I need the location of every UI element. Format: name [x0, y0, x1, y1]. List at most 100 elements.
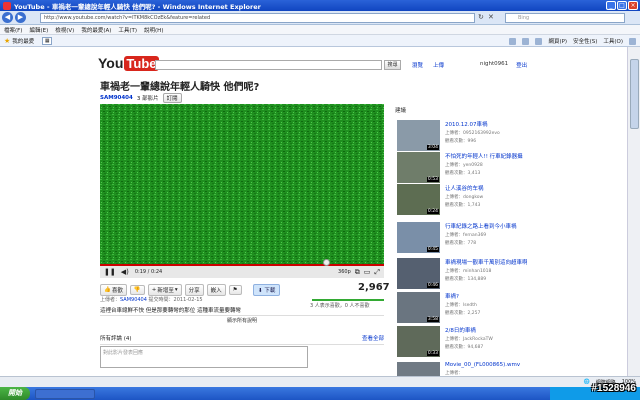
video-thumbnail[interactable]: 0:24	[397, 184, 440, 215]
video-link[interactable]: 2/8日的車禍	[445, 326, 527, 334]
video-link[interactable]: Movie_00_(FL000865).wmv	[445, 362, 527, 368]
home-icon[interactable]	[509, 37, 517, 45]
upload-link[interactable]: 上傳	[433, 61, 444, 69]
youtube-logo[interactable]: You Tube	[98, 55, 159, 71]
expand-icon[interactable]: ▭	[364, 268, 371, 276]
window-titlebar: YouTube - 車禍老一輩總說年輕人騎快 他們呢? - Windows In…	[0, 0, 640, 11]
list-item[interactable]: 3:04 2010.12.07車禍 上傳者：0952163992evo 觀看次數…	[397, 120, 527, 156]
address-input[interactable]: http://www.youtube.com/watch?v=lTKM8kCOz…	[40, 13, 475, 23]
start-button[interactable]: 開始	[0, 387, 30, 400]
video-link[interactable]: 車禍?	[445, 292, 527, 300]
dislike-button[interactable]: 👎	[129, 285, 145, 295]
video-link[interactable]: 車禍現場一觀車千萬別這向超車啊!	[445, 258, 527, 266]
like-button[interactable]: 👍 喜歡	[100, 284, 127, 296]
globe-icon: 🌐	[583, 379, 590, 385]
volume-icon[interactable]: ◀)	[121, 268, 129, 276]
thumb-down-icon: 👎	[133, 287, 141, 293]
video-link[interactable]: 不怕死的年輕人!! 行車紀錄器攝	[445, 152, 527, 160]
status-bar: 🌐 網際網路 100%	[0, 376, 640, 387]
list-item[interactable]: 0:45 行車紀錄之路上看到今小車禍 上傳者：fernan369 觀看次數：77…	[397, 222, 527, 258]
menu-favorites[interactable]: 我的最愛(A)	[81, 26, 111, 34]
list-item[interactable]: 0:46 車禍現場一觀車千萬別這向超車啊! 上傳者：minhan1018 觀看次…	[397, 258, 527, 294]
stop-icon[interactable]: ✕	[488, 13, 495, 22]
list-item[interactable]: 0:33 2/8日的車禍 上傳者：JackRockaTW 觀看次數：94,687	[397, 326, 527, 362]
signout-link[interactable]: 登出	[516, 61, 527, 69]
download-button[interactable]: ⬇ 下載	[253, 284, 281, 296]
username[interactable]: night0961	[480, 61, 508, 69]
browse-link[interactable]: 瀏覽	[412, 61, 423, 69]
video-title: 車禍老一輩總說年輕人騎快 他們呢?	[100, 82, 260, 93]
favorites-button[interactable]: ★ 我的最愛	[4, 37, 34, 45]
pause-icon[interactable]: ❚❚	[104, 268, 116, 276]
search-input[interactable]: Bing	[505, 13, 625, 23]
uploader-info: 上傳者：SAM90404 提交時間：2011-02-15	[100, 297, 203, 303]
video-description: 這裡台車總鮮不快 但是那要轉彎的那位 這種車流量要轉彎	[100, 308, 241, 314]
embed-button[interactable]: 嵌入	[206, 284, 226, 296]
video-thumbnail[interactable]	[397, 362, 440, 376]
video-link[interactable]: 2010.12.07車禍	[445, 120, 527, 128]
tools-menu[interactable]: 工具(O)	[603, 37, 623, 45]
menu-edit[interactable]: 編輯(E)	[29, 26, 48, 34]
ie-app-icon	[3, 1, 11, 10]
tab-grid-icon[interactable]: ▦	[42, 36, 53, 45]
likes-text: 3 人表示喜歡，0 人不喜歡	[310, 303, 370, 309]
share-button[interactable]: 分享	[184, 284, 204, 296]
maximize-icon[interactable]: □	[617, 1, 627, 10]
video-player[interactable]	[100, 104, 384, 264]
youtube-search-button[interactable]: 搜尋	[384, 60, 401, 70]
menu-file[interactable]: 檔案(F)	[4, 26, 22, 34]
list-item[interactable]: Movie_00_(FL000865).wmv 上傳者：	[397, 362, 527, 376]
video-count[interactable]: 3 部影片	[137, 94, 159, 102]
video-thumbnail[interactable]: 0:45	[397, 222, 440, 253]
menu-view[interactable]: 檢視(V)	[55, 26, 74, 34]
video-thumbnail[interactable]: 0:46	[397, 258, 440, 289]
add-to-button[interactable]: + 新增至 ▾	[147, 284, 182, 296]
command-bar: 網頁(P) 安全性(S) 工具(O)	[509, 37, 636, 45]
quality-selector[interactable]: 360p	[338, 269, 351, 275]
print-icon[interactable]	[535, 37, 543, 45]
view-count: 2,967	[358, 282, 390, 293]
refresh-icon[interactable]: ↻	[478, 13, 485, 22]
address-toolbar: ◀ ▶ http://www.youtube.com/watch?v=lTKM8…	[0, 11, 640, 25]
progress-slider[interactable]	[323, 259, 330, 266]
back-icon[interactable]: ◀	[2, 12, 13, 23]
close-icon[interactable]: ×	[628, 1, 638, 10]
minimize-icon[interactable]: _	[606, 1, 616, 10]
popout-icon[interactable]: ⧉	[355, 268, 360, 277]
comment-input[interactable]: 對此影片發表回應	[100, 346, 308, 368]
upload-date: 提交時間：2011-02-15	[148, 297, 203, 303]
video-thumbnail[interactable]: 3:58	[397, 292, 440, 323]
video-thumbnail[interactable]: 0:33	[397, 326, 440, 357]
show-more-button[interactable]: 顯示所有說明	[100, 315, 384, 324]
window-title: YouTube - 車禍老一輩總說年輕人騎快 他們呢? - Windows In…	[14, 2, 261, 11]
menu-help[interactable]: 說明(H)	[144, 26, 163, 34]
youtube-search-input[interactable]	[155, 60, 382, 70]
menu-tools[interactable]: 工具(T)	[118, 26, 137, 34]
uploader-link[interactable]: SAM90404	[120, 297, 147, 303]
taskbar: 開始	[0, 387, 640, 400]
flag-button[interactable]: ⚑	[228, 285, 242, 295]
video-link[interactable]: 行車紀錄之路上看到今小車禍	[445, 222, 527, 230]
channel-row: SAM90404 3 部影片 訂閱	[100, 93, 182, 103]
list-item[interactable]: 3:58 車禍? 上傳者：lsedth 觀看次數：2,257	[397, 292, 527, 328]
address-actions: ↻ ✕	[478, 13, 495, 22]
fullscreen-icon[interactable]: ⤢	[374, 268, 380, 277]
list-item[interactable]: 0:53 不怕死的年輕人!! 行車紀錄器攝 上傳者：yen0928 觀看次數：3…	[397, 152, 527, 188]
video-thumbnail[interactable]: 3:04	[397, 120, 440, 151]
subscribe-button[interactable]: 訂閱	[162, 93, 182, 103]
see-all-comments-link[interactable]: 查看全部	[362, 334, 384, 342]
page-menu[interactable]: 網頁(P)	[548, 37, 567, 45]
help-icon[interactable]	[629, 37, 636, 45]
channel-name[interactable]: SAM90404	[100, 95, 133, 101]
video-link[interactable]: 让人溪谷的车祸	[445, 184, 527, 192]
action-row: 👍 喜歡 👎 + 新增至 ▾ 分享 嵌入 ⚑	[100, 284, 242, 296]
vertical-scrollbar[interactable]	[627, 47, 640, 376]
feeds-icon[interactable]	[522, 37, 530, 45]
favorites-label: 我的最愛	[12, 38, 35, 45]
safety-menu[interactable]: 安全性(S)	[573, 37, 597, 45]
scrollbar-thumb[interactable]	[630, 59, 639, 129]
list-item[interactable]: 0:24 让人溪谷的车祸 上傳者：dongkow 觀看次數：1,743	[397, 184, 527, 220]
taskbar-window-button[interactable]	[35, 388, 95, 399]
video-thumbnail[interactable]: 0:53	[397, 152, 440, 183]
forward-icon[interactable]: ▶	[15, 12, 26, 23]
